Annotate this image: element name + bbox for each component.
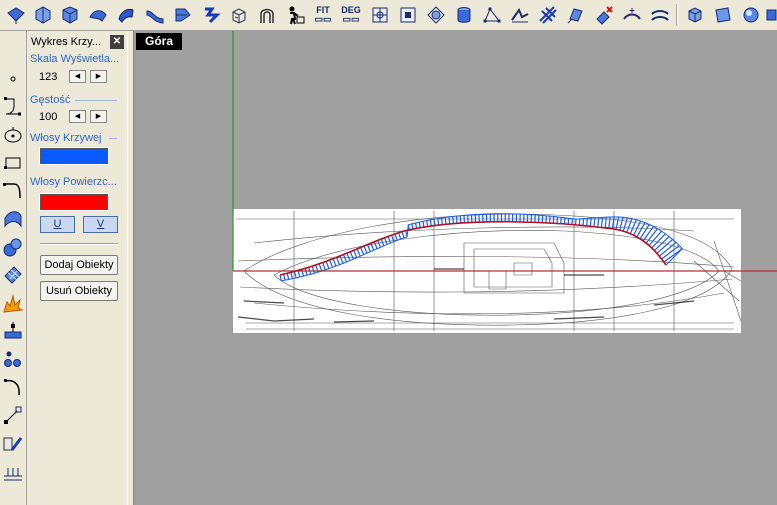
deg-button[interactable]: DEG ▭▭ xyxy=(339,3,363,27)
panel-title: Wykres Krzy... xyxy=(31,36,101,48)
main-toolbar: FIT ▭▭ DEG ▭▭ xyxy=(0,0,777,31)
add-objects-button[interactable]: Dodaj Obiekty xyxy=(40,255,118,275)
comb-hair xyxy=(429,219,432,227)
u-direction-button[interactable]: U xyxy=(40,216,75,233)
viewport-scene xyxy=(232,31,777,333)
panel-icon[interactable] xyxy=(711,3,735,27)
comb-hair xyxy=(440,217,443,225)
sweep-icon[interactable] xyxy=(114,3,138,27)
comb-hair xyxy=(578,218,581,226)
surface-edge-icon[interactable] xyxy=(31,3,55,27)
network-surface-icon[interactable] xyxy=(199,3,223,27)
comb-hair xyxy=(433,219,436,226)
density-label: Gęstość xyxy=(30,94,71,106)
comb-hair xyxy=(582,218,585,226)
density-divider xyxy=(75,100,117,101)
flatten-icon[interactable] xyxy=(648,3,672,27)
panel-separator xyxy=(40,243,118,245)
comb-hair xyxy=(448,216,451,225)
points-cloud-icon[interactable] xyxy=(1,347,25,371)
polyline-icon[interactable] xyxy=(1,95,25,119)
density-value[interactable]: 100 xyxy=(39,111,57,123)
render-icon[interactable] xyxy=(1,461,25,485)
surface-hair-label: Włosy Powierzc... xyxy=(30,176,117,188)
comb-hair xyxy=(444,217,447,225)
left-toolbar xyxy=(0,31,27,505)
viewport-label[interactable]: Góra xyxy=(136,33,183,50)
mesh-icon[interactable] xyxy=(1,263,25,287)
toolbar-separator xyxy=(676,4,678,26)
material-icon[interactable] xyxy=(765,3,777,27)
curve-hair-color-swatch[interactable] xyxy=(39,147,109,165)
fold-icon[interactable] xyxy=(508,3,532,27)
panel-header: Wykres Krzy... ✕ xyxy=(29,34,124,50)
arc-icon[interactable] xyxy=(1,375,25,399)
display-scale-label: Skala Wyświetla... xyxy=(30,53,120,65)
density-decrement-button[interactable]: ◀ xyxy=(69,110,86,123)
cube-icon[interactable] xyxy=(683,3,707,27)
smooth-icon[interactable] xyxy=(620,3,644,27)
gumball-icon[interactable] xyxy=(424,3,448,27)
point-icon[interactable] xyxy=(1,67,25,91)
transform-icon[interactable] xyxy=(1,403,25,427)
comb-hair xyxy=(452,216,454,224)
density-increment-button[interactable]: ▶ xyxy=(90,110,107,123)
lattice-icon[interactable] xyxy=(536,3,560,27)
comb-hair xyxy=(455,216,458,224)
surface-hair-color-swatch[interactable] xyxy=(39,193,109,211)
rail-person-icon[interactable] xyxy=(283,3,307,27)
surface-corner-icon[interactable] xyxy=(58,3,82,27)
rectangle-icon[interactable] xyxy=(1,151,25,175)
v-direction-button[interactable]: V xyxy=(83,216,118,233)
remove-objects-button[interactable]: Usuń Obiekty xyxy=(40,281,118,301)
circle-icon[interactable] xyxy=(1,123,25,147)
erase-point-icon[interactable] xyxy=(592,3,616,27)
display-scale-value[interactable]: 123 xyxy=(39,71,57,83)
blend-icon[interactable] xyxy=(143,3,167,27)
grid-box-icon[interactable] xyxy=(396,3,420,27)
sphere-icon[interactable] xyxy=(739,3,763,27)
twist-icon[interactable] xyxy=(564,3,588,27)
patch-icon[interactable] xyxy=(171,3,195,27)
comb-hair xyxy=(586,218,588,226)
loft-icon[interactable] xyxy=(86,3,110,27)
surface-icon[interactable] xyxy=(1,207,25,231)
analyze-icon[interactable] xyxy=(1,431,25,455)
explode-icon[interactable] xyxy=(1,291,25,315)
polygon-points-icon[interactable] xyxy=(480,3,504,27)
extrude-icon[interactable] xyxy=(227,3,251,27)
curve-hair-label: Włosy Krzywej xyxy=(30,132,102,144)
comb-hair xyxy=(589,217,592,227)
grid-cross-icon[interactable] xyxy=(368,3,392,27)
top-viewport[interactable]: Góra xyxy=(134,31,777,505)
curve-icon[interactable] xyxy=(1,179,25,203)
solid-spheres-icon[interactable] xyxy=(1,235,25,259)
curvature-graph-panel: Wykres Krzy... ✕ Skala Wyświetla... 123 … xyxy=(27,31,127,505)
dimension-icon[interactable] xyxy=(1,319,25,343)
cylinder-icon[interactable] xyxy=(452,3,476,27)
blue-surface-icon[interactable] xyxy=(4,3,28,27)
arch-icon[interactable] xyxy=(255,3,279,27)
scale-increment-button[interactable]: ▶ xyxy=(90,70,107,83)
curve-hair-divider xyxy=(109,138,117,139)
comb-hair xyxy=(437,218,440,226)
close-button[interactable]: ✕ xyxy=(110,35,124,49)
scale-decrement-button[interactable]: ◀ xyxy=(69,70,86,83)
panel-splitter[interactable] xyxy=(127,31,134,505)
fit-button[interactable]: FIT ▭▭ xyxy=(311,3,335,27)
